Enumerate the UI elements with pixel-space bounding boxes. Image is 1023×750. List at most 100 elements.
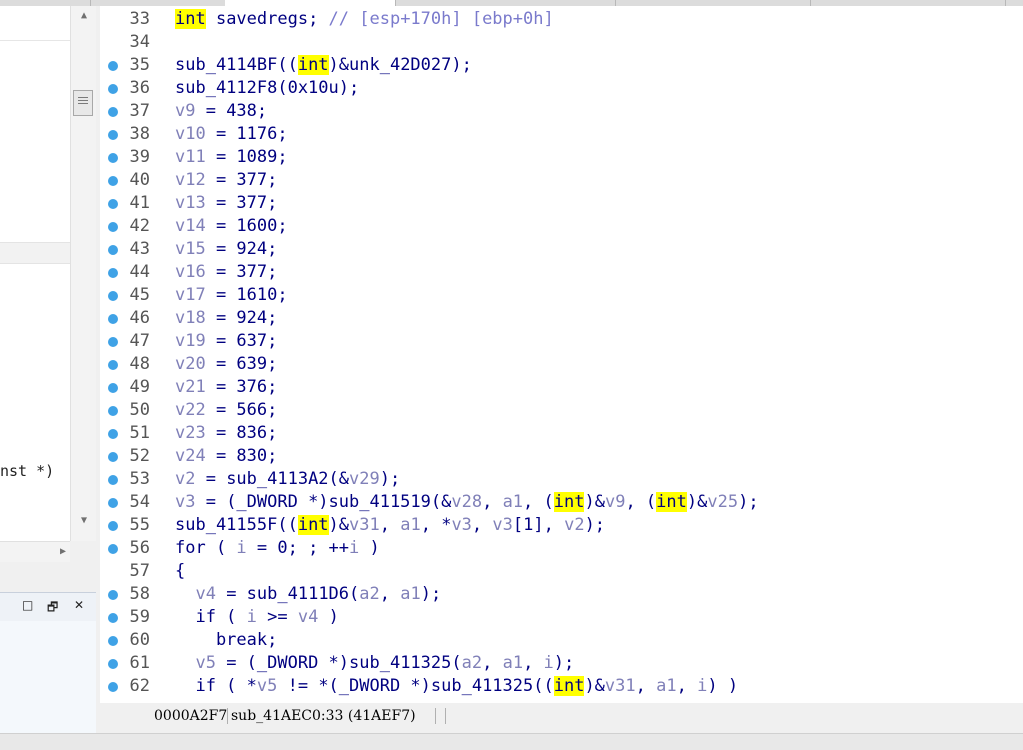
code-line[interactable]: 35 sub_4114BF((int)&unk_42D027); (100, 54, 1023, 77)
breakpoint-dot-icon[interactable] (108, 521, 118, 531)
variable-token: v29 (349, 469, 380, 489)
code-line[interactable]: 49 v21 = 376; (100, 376, 1023, 399)
scroll-up-arrow-icon[interactable]: ▲ (71, 6, 97, 26)
variable-token: i (246, 607, 257, 627)
variable-token: v11 (175, 147, 206, 167)
line-number: 48 (129, 354, 150, 374)
breakpoint-dot-icon[interactable] (108, 636, 118, 646)
restore-icon[interactable]: 🗗 (47, 598, 58, 619)
code-line[interactable]: 62 if ( *v5 != *(_DWORD *)sub_411325((in… (100, 675, 1023, 698)
code-line[interactable]: 41 v13 = 377; (100, 192, 1023, 215)
code-line[interactable]: 50 v22 = 566; (100, 399, 1023, 422)
breakpoint-dot-icon[interactable] (108, 475, 118, 485)
code-token: = 1176; (205, 124, 288, 144)
subwindow-titlebar: □ 🗗 ✕ (0, 592, 96, 622)
breakpoint-dot-icon[interactable] (108, 268, 118, 278)
breakpoint-dot-icon[interactable] (108, 659, 118, 669)
code-text: v23 = 836; (175, 422, 277, 445)
code-line[interactable]: 51 v23 = 836; (100, 422, 1023, 445)
code-line[interactable]: 52 v24 = 830; (100, 445, 1023, 468)
code-line[interactable]: 42 v14 = 1600; (100, 215, 1023, 238)
code-line[interactable]: 33 int savedregs; // [esp+170h] [ebp+0h] (100, 8, 1023, 31)
variable-token: v18 (175, 308, 206, 328)
code-line[interactable]: 38 v10 = 1176; (100, 123, 1023, 146)
code-line[interactable]: 53 v2 = sub_4113A2(&v29); (100, 468, 1023, 491)
breakpoint-dot-icon[interactable] (108, 498, 118, 508)
code-line[interactable]: 46 v18 = 924; (100, 307, 1023, 330)
code-line[interactable]: 45 v17 = 1610; (100, 284, 1023, 307)
code-text: v12 = 377; (175, 169, 277, 192)
variable-token: v16 (175, 262, 206, 282)
breakpoint-dot-icon[interactable] (108, 383, 118, 393)
breakpoint-dot-icon[interactable] (108, 682, 118, 692)
breakpoint-dot-icon[interactable] (108, 153, 118, 163)
breakpoint-dot-icon[interactable] (108, 406, 118, 416)
code-token: ) (359, 538, 380, 558)
code-token: = 377; (205, 262, 278, 282)
breakpoint-dot-icon[interactable] (108, 360, 118, 370)
breakpoint-dot-icon[interactable] (108, 130, 118, 140)
code-line[interactable]: 58 v4 = sub_4111D6(a2, a1); (100, 583, 1023, 606)
scroll-down-arrow-icon[interactable]: ▼ (71, 511, 97, 531)
breakpoint-dot-icon[interactable] (108, 291, 118, 301)
code-line[interactable]: 37 v9 = 438; (100, 100, 1023, 123)
code-line[interactable]: 40 v12 = 377; (100, 169, 1023, 192)
close-icon[interactable]: ✕ (74, 598, 84, 612)
keyword-token: int (297, 515, 329, 535)
code-text: sub_4114BF((int)&unk_42D027); (175, 54, 472, 77)
breakpoint-dot-icon[interactable] (108, 245, 118, 255)
code-token: if ( * (175, 676, 257, 696)
code-line[interactable]: 54 v3 = (_DWORD *)sub_411519(&v28, a1, (i… (100, 491, 1023, 514)
code-line[interactable]: 59 if ( i >= v4 ) (100, 606, 1023, 629)
variable-token: a1 (656, 676, 677, 696)
breakpoint-dot-icon[interactable] (108, 314, 118, 324)
code-token: ); (553, 653, 575, 673)
functions-list[interactable]: nst *) (0, 6, 71, 561)
comment-token: // [esp+170h] [ebp+0h] (328, 9, 554, 29)
code-line[interactable]: 61 v5 = (_DWORD *)sub_411325(a2, a1, i); (100, 652, 1023, 675)
breakpoint-dot-icon[interactable] (108, 61, 118, 71)
code-line[interactable]: 43 v15 = 924; (100, 238, 1023, 261)
scroll-right-arrow-icon[interactable]: ▶ (60, 542, 66, 562)
code-token: { (175, 561, 186, 581)
breakpoint-dot-icon[interactable] (108, 222, 118, 232)
variable-token: a2 (461, 653, 483, 673)
pseudocode-view[interactable]: 33 int savedregs; // [esp+170h] [ebp+0h] 3… (100, 6, 1023, 703)
code-text: v9 = 438; (175, 100, 267, 123)
code-line[interactable]: 55 sub_41155F((int)&v31, a1, *v3, v3[1], … (100, 514, 1023, 537)
breakpoint-dot-icon[interactable] (108, 544, 118, 554)
code-token: = sub_4113A2(& (195, 469, 350, 489)
breakpoint-dot-icon[interactable] (108, 107, 118, 117)
breakpoint-dot-icon[interactable] (108, 337, 118, 347)
variable-token: v9 (175, 101, 196, 121)
breakpoint-dot-icon[interactable] (108, 452, 118, 462)
code-line[interactable]: 34 (100, 31, 1023, 54)
code-token: ) ) (707, 676, 739, 696)
code-line[interactable]: 60 break; (100, 629, 1023, 652)
code-line[interactable]: 39 v11 = 1089; (100, 146, 1023, 169)
line-number: 53 (129, 469, 150, 489)
code-line[interactable]: 56 for ( i = 0; ; ++i ) (100, 537, 1023, 560)
code-text: sub_41155F((int)&v31, a1, *v3, v3[1], v2… (175, 514, 605, 537)
code-line[interactable]: 44 v16 = 377; (100, 261, 1023, 284)
scrollbar-thumb[interactable] (73, 90, 93, 116)
code-text: v5 = (_DWORD *)sub_411325(a2, a1, i); (175, 652, 574, 675)
list-row-selected[interactable] (0, 242, 70, 264)
breakpoint-dot-icon[interactable] (108, 613, 118, 623)
code-line[interactable]: 36 sub_4112F8(0x10u); (100, 77, 1023, 100)
code-token: = 830; (205, 446, 278, 466)
code-line[interactable]: 57 { (100, 560, 1023, 583)
code-text: v17 = 1610; (175, 284, 288, 307)
code-token: ); (584, 515, 606, 535)
breakpoint-dot-icon[interactable] (108, 429, 118, 439)
breakpoint-dot-icon[interactable] (108, 84, 118, 94)
code-line[interactable]: 48 v20 = 639; (100, 353, 1023, 376)
maximize-icon[interactable]: □ (22, 598, 33, 612)
code-token: != *(_DWORD *)sub_411325(( (277, 676, 554, 696)
breakpoint-dot-icon[interactable] (108, 199, 118, 209)
horizontal-scrollbar[interactable]: ▶ (0, 541, 70, 562)
breakpoint-dot-icon[interactable] (108, 176, 118, 186)
breakpoint-dot-icon[interactable] (108, 590, 118, 600)
code-line[interactable]: 47 v19 = 637; (100, 330, 1023, 353)
vertical-scrollbar[interactable]: ▲ ▼ (70, 6, 97, 541)
